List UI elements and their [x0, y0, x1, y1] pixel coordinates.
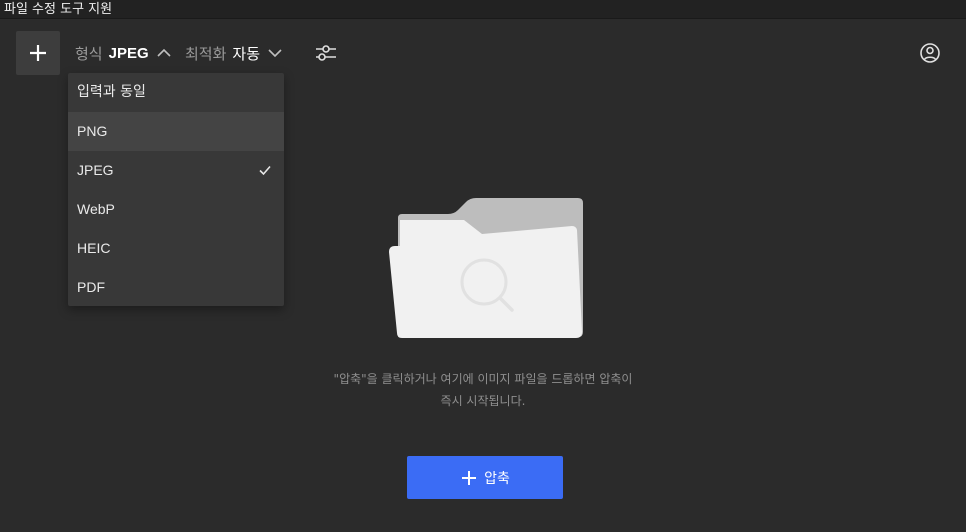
optimize-value: 자동 [232, 44, 261, 63]
option-label: PNG [77, 123, 108, 139]
format-option-pdf[interactable]: PDF [68, 268, 284, 307]
add-file-button[interactable] [16, 31, 60, 75]
hint-line-1: "압축"을 클릭하거나 여기에 이미지 파일을 드롭하면 압축이 [333, 372, 633, 386]
format-option-heic[interactable]: HEIC [68, 229, 284, 268]
format-value: JPEG [108, 44, 149, 62]
option-label: PDF [77, 279, 105, 295]
chevron-down-icon [268, 49, 282, 58]
format-option-jpeg[interactable]: JPEG [68, 151, 284, 190]
plus-icon [30, 45, 46, 61]
drop-hint-text: "압축"을 클릭하거나 여기에 이미지 파일을 드롭하면 압축이 즉시 시작됩니… [283, 368, 683, 412]
format-option-png[interactable]: PNG [68, 112, 284, 151]
compress-label: 압축 [484, 470, 510, 487]
user-circle-icon [920, 43, 940, 63]
format-label: 형식 [75, 44, 103, 63]
checkmark-icon [259, 165, 271, 176]
option-label: JPEG [77, 162, 114, 178]
hint-line-2: 즉시 시작됩니다. [440, 394, 526, 408]
settings-button[interactable] [314, 41, 338, 65]
plus-icon [462, 470, 477, 485]
format-option-same-as-input[interactable]: 입력과 동일 [68, 73, 284, 112]
format-selector[interactable]: 형식 JPEG [75, 41, 171, 65]
optimize-selector[interactable]: 최적화 자동 [185, 41, 282, 65]
folder-search-icon [389, 198, 583, 338]
toolbar: 형식 JPEG 최적화 자동 [0, 19, 966, 79]
compress-button[interactable]: 압축 [407, 456, 563, 499]
option-label: WebP [77, 201, 115, 217]
chevron-up-icon [157, 48, 171, 57]
sliders-icon [316, 45, 336, 61]
option-label: HEIC [77, 240, 111, 256]
option-label: 입력과 동일 [77, 84, 146, 100]
format-option-webp[interactable]: WebP [68, 190, 284, 229]
account-button[interactable] [919, 42, 941, 64]
drop-zone-illustration[interactable] [386, 196, 586, 342]
format-dropdown-menu: 입력과 동일 PNG JPEG WebP HEIC PDF [68, 73, 284, 306]
optimize-label: 최적화 [185, 44, 227, 63]
window-title: 파일 수정 도구 지원 [0, 0, 966, 19]
